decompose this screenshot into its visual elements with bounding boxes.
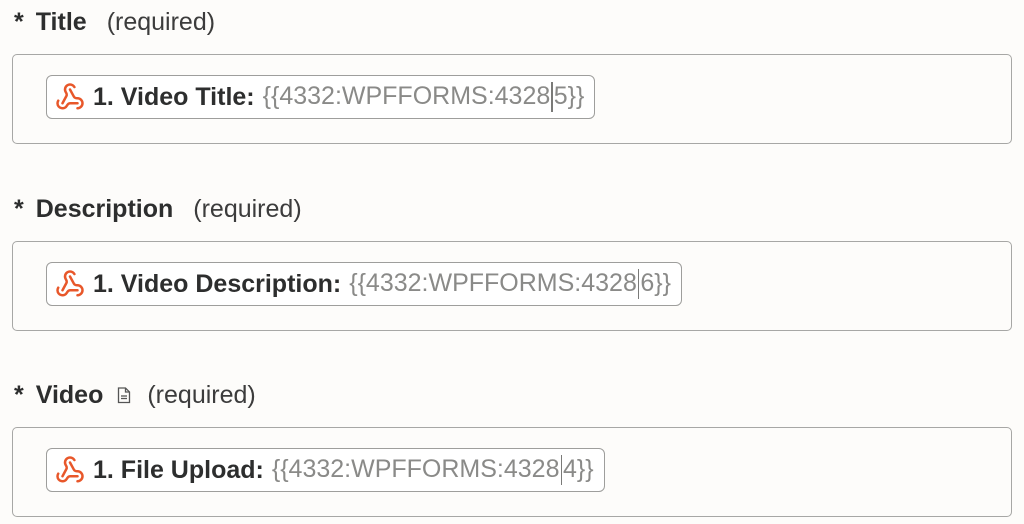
pill-label: 1. Video Title: (93, 82, 255, 111)
required-asterisk: * (14, 380, 24, 409)
pill-token: {{4332:WPFFORMS:4328 6}} (349, 269, 671, 300)
description-input[interactable]: 1. Video Description: {{4332:WPFFORMS:43… (12, 241, 1012, 331)
pill-token: {{4332:WPFFORMS:4328 5}} (263, 82, 584, 113)
required-hint: (required) (147, 380, 256, 409)
text-caret (560, 455, 562, 486)
required-hint: (required) (106, 7, 216, 36)
mapped-field-pill[interactable]: 1. Video Title: {{4332:WPFFORMS:4328 5}} (46, 75, 596, 119)
document-icon (117, 386, 131, 404)
pill-label: 1. Video Description: (93, 269, 342, 298)
text-caret (551, 82, 553, 113)
field-label-text: Description (35, 194, 174, 223)
mapped-field-pill[interactable]: 1. Video Description: {{4332:WPFFORMS:43… (46, 262, 682, 306)
required-hint: (required) (193, 194, 302, 223)
mapped-field-pill[interactable]: 1. File Upload: {{4332:WPFFORMS:4328 4}} (46, 448, 605, 492)
pill-token: {{4332:WPFFORMS:4328 4}} (272, 455, 594, 486)
field-description: * Description (required) 1. Video Descri… (12, 191, 1012, 331)
field-label-text: Video (35, 380, 104, 409)
required-asterisk: * (14, 194, 24, 223)
field-label: * Title (required) (12, 4, 1012, 40)
title-input[interactable]: 1. Video Title: {{4332:WPFFORMS:4328 5}} (12, 54, 1012, 144)
webhook-icon (55, 82, 85, 112)
video-input[interactable]: 1. File Upload: {{4332:WPFFORMS:4328 4}} (12, 427, 1012, 517)
webhook-icon (55, 269, 85, 299)
webhook-icon (55, 455, 85, 485)
field-label: * Video (required) (12, 377, 1012, 413)
field-video: * Video (required) 1. File Upload: {{433… (12, 377, 1012, 517)
pill-label: 1. File Upload: (93, 455, 264, 484)
field-label: * Description (required) (12, 191, 1012, 227)
field-label-text: Title (35, 7, 87, 36)
field-title: * Title (required) 1. Video Title: {{433… (12, 4, 1012, 144)
required-asterisk: * (14, 7, 24, 36)
